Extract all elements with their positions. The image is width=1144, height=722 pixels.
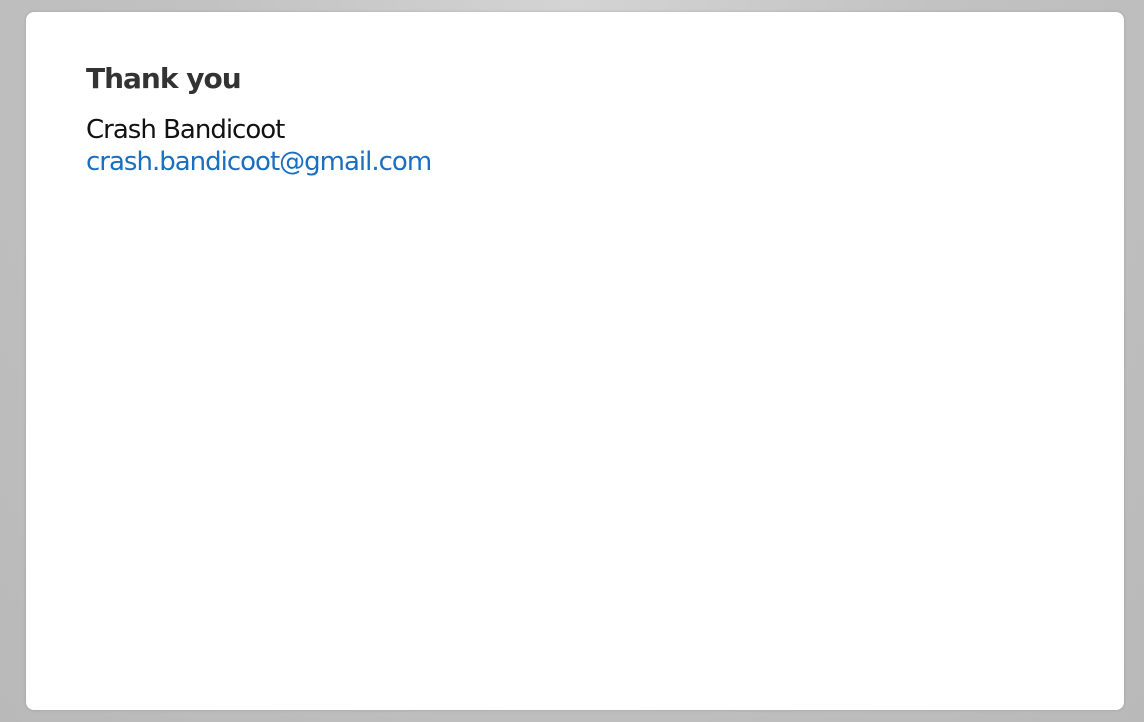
contact-name: Crash Bandicoot [86, 114, 285, 145]
contact-email-link[interactable]: crash.bandicoot@gmail.com [86, 146, 432, 179]
thank-you-heading: Thank you [86, 62, 242, 95]
confirmation-card: Thank you Crash Bandicoot crash.bandicoo… [26, 12, 1124, 710]
